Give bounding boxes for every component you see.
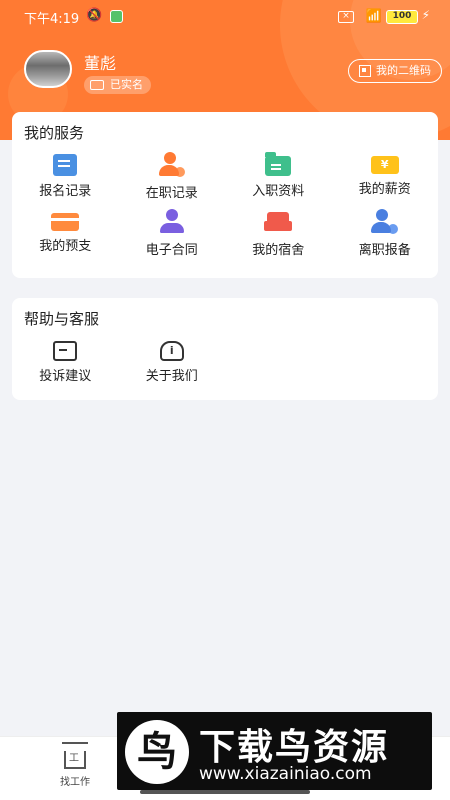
verified-label: 已实名 bbox=[110, 78, 143, 91]
qrcode-label: 我的二维码 bbox=[376, 64, 431, 77]
mute-icon: 🔕 bbox=[86, 8, 103, 23]
folder-icon bbox=[265, 152, 292, 176]
status-bar: 下午4:19 🔕 × 📶 100 ⚡ bbox=[0, 6, 450, 28]
user-name: 董彪 bbox=[84, 54, 117, 73]
watermark-title: 下载鸟资源 bbox=[199, 727, 390, 768]
person-check-icon bbox=[158, 152, 186, 178]
help-card: 帮助与客服 投诉建议 i 关于我们 bbox=[12, 298, 438, 400]
service-label: 我的薪资 bbox=[358, 182, 411, 197]
help-label: 关于我们 bbox=[145, 369, 198, 384]
service-label: 电子合同 bbox=[145, 243, 198, 258]
about-icon: i bbox=[159, 341, 184, 361]
help-about-us[interactable]: i 关于我们 bbox=[119, 338, 226, 384]
salary-ticket-icon: ¥ bbox=[370, 156, 399, 174]
person-leave-icon bbox=[370, 209, 399, 235]
help-grid: 投诉建议 i 关于我们 bbox=[12, 338, 438, 384]
service-label: 离职报备 bbox=[358, 243, 411, 258]
watermark-logo: 鸟 bbox=[125, 720, 189, 784]
complaint-icon bbox=[53, 341, 78, 361]
service-onboarding-docs[interactable]: 入职资料 bbox=[225, 152, 332, 201]
job-icon bbox=[62, 742, 88, 769]
help-label: 投诉建议 bbox=[39, 369, 92, 384]
service-signup-records[interactable]: 报名记录 bbox=[12, 152, 119, 201]
avatar[interactable] bbox=[24, 50, 72, 88]
tab-find-job[interactable]: 找工作 bbox=[52, 742, 98, 788]
id-card-icon bbox=[90, 80, 104, 90]
qrcode-icon bbox=[359, 65, 371, 77]
service-label: 我的预支 bbox=[39, 239, 92, 254]
service-resignation-report[interactable]: 离职报备 bbox=[332, 209, 439, 258]
services-title: 我的服务 bbox=[24, 124, 85, 142]
help-complaint-suggestion[interactable]: 投诉建议 bbox=[12, 338, 119, 384]
service-my-salary[interactable]: ¥ 我的薪资 bbox=[332, 152, 439, 201]
my-qrcode-button[interactable]: 我的二维码 bbox=[348, 59, 442, 83]
services-card: 我的服务 报名记录 在职记录 入职资料 ¥ 我的薪资 我的预支 电子合同 我的宿… bbox=[12, 112, 438, 278]
charging-icon: ⚡ bbox=[421, 8, 430, 22]
service-label: 入职资料 bbox=[252, 184, 305, 199]
watermark-url: www.xiazainiao.com bbox=[199, 764, 372, 784]
card-icon bbox=[51, 213, 80, 231]
help-title: 帮助与客服 bbox=[24, 310, 100, 328]
status-time: 下午4:19 bbox=[24, 12, 80, 27]
service-my-dormitory[interactable]: 我的宿舍 bbox=[225, 209, 332, 258]
service-my-advance[interactable]: 我的预支 bbox=[12, 209, 119, 258]
bed-icon bbox=[264, 209, 293, 235]
battery-icon: 100 bbox=[386, 10, 418, 24]
verified-badge: 已实名 bbox=[84, 76, 151, 94]
service-e-contract[interactable]: 电子合同 bbox=[119, 209, 226, 258]
wifi-icon: 📶 bbox=[365, 9, 382, 24]
watermark-banner: 鸟 下载鸟资源 www.xiazainiao.com bbox=[117, 712, 432, 790]
edit-document-icon bbox=[53, 154, 78, 176]
service-label: 我的宿舍 bbox=[252, 243, 305, 258]
service-label: 报名记录 bbox=[39, 184, 92, 199]
tab-label: 找工作 bbox=[60, 777, 90, 788]
contract-person-icon bbox=[158, 209, 186, 235]
screen-cast-icon: × bbox=[338, 11, 354, 23]
service-label: 在职记录 bbox=[145, 186, 198, 201]
service-employment-records[interactable]: 在职记录 bbox=[119, 152, 226, 201]
wechat-notification-icon bbox=[110, 10, 123, 23]
home-indicator[interactable] bbox=[140, 790, 310, 794]
services-grid: 报名记录 在职记录 入职资料 ¥ 我的薪资 我的预支 电子合同 我的宿舍 离职报 bbox=[12, 152, 438, 258]
